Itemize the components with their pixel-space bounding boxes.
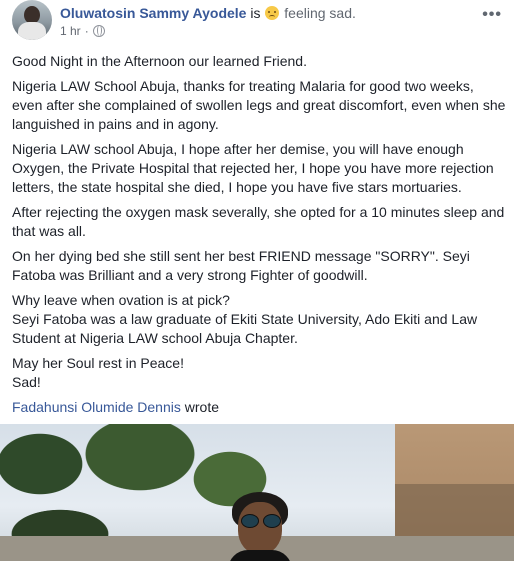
- post-text: Good Night in the Afternoon our learned …: [12, 52, 506, 423]
- more-options-icon[interactable]: •••: [482, 6, 502, 24]
- paragraph-2: Nigeria LAW School Abuja, thanks for tre…: [12, 78, 506, 132]
- paragraph-7-line-2: Sad!: [12, 374, 41, 390]
- sunglasses: [241, 514, 259, 528]
- paragraph-6-line-2: Seyi Fatoba was a law graduate of Ekiti …: [12, 311, 478, 346]
- author-line: Oluwatosin Sammy Ayodele is feeling sad.: [60, 5, 356, 21]
- credit-suffix: wrote: [180, 399, 219, 415]
- paragraph-1: Good Night in the Afternoon our learned …: [12, 53, 307, 69]
- feeling-text: feeling sad.: [284, 5, 356, 21]
- post-time[interactable]: 1 hr: [60, 24, 81, 38]
- paragraph-7: May her Soul rest in Peace! Sad!: [12, 354, 506, 392]
- credit-author-link[interactable]: Fadahunsi Olumide Dennis: [12, 399, 181, 415]
- paragraph-7-line-1: May her Soul rest in Peace!: [12, 355, 184, 371]
- is-text: is: [250, 5, 261, 21]
- post-meta: 1 hr ·: [60, 24, 105, 38]
- post-photo[interactable]: [0, 424, 514, 561]
- sad-face-icon: [265, 6, 280, 20]
- paragraph-6: Why leave when ovation is at pick? Seyi …: [12, 291, 506, 348]
- author-name[interactable]: Oluwatosin Sammy Ayodele: [60, 5, 246, 21]
- paragraph-3: Nigeria LAW school Abuja, I hope after h…: [12, 141, 494, 195]
- meta-separator: ·: [84, 24, 89, 38]
- paragraph-4: After rejecting the oxygen mask severall…: [12, 204, 505, 239]
- paragraph-6-line-1: Why leave when ovation is at pick?: [12, 292, 230, 308]
- post-header: Oluwatosin Sammy Ayodele is feeling sad.…: [0, 0, 514, 48]
- author-avatar[interactable]: [12, 0, 52, 40]
- globe-icon[interactable]: [92, 25, 105, 37]
- credit-line: Fadahunsi Olumide Dennis wrote: [12, 398, 506, 417]
- paragraph-5: On her dying bed she still sent her best…: [12, 248, 470, 283]
